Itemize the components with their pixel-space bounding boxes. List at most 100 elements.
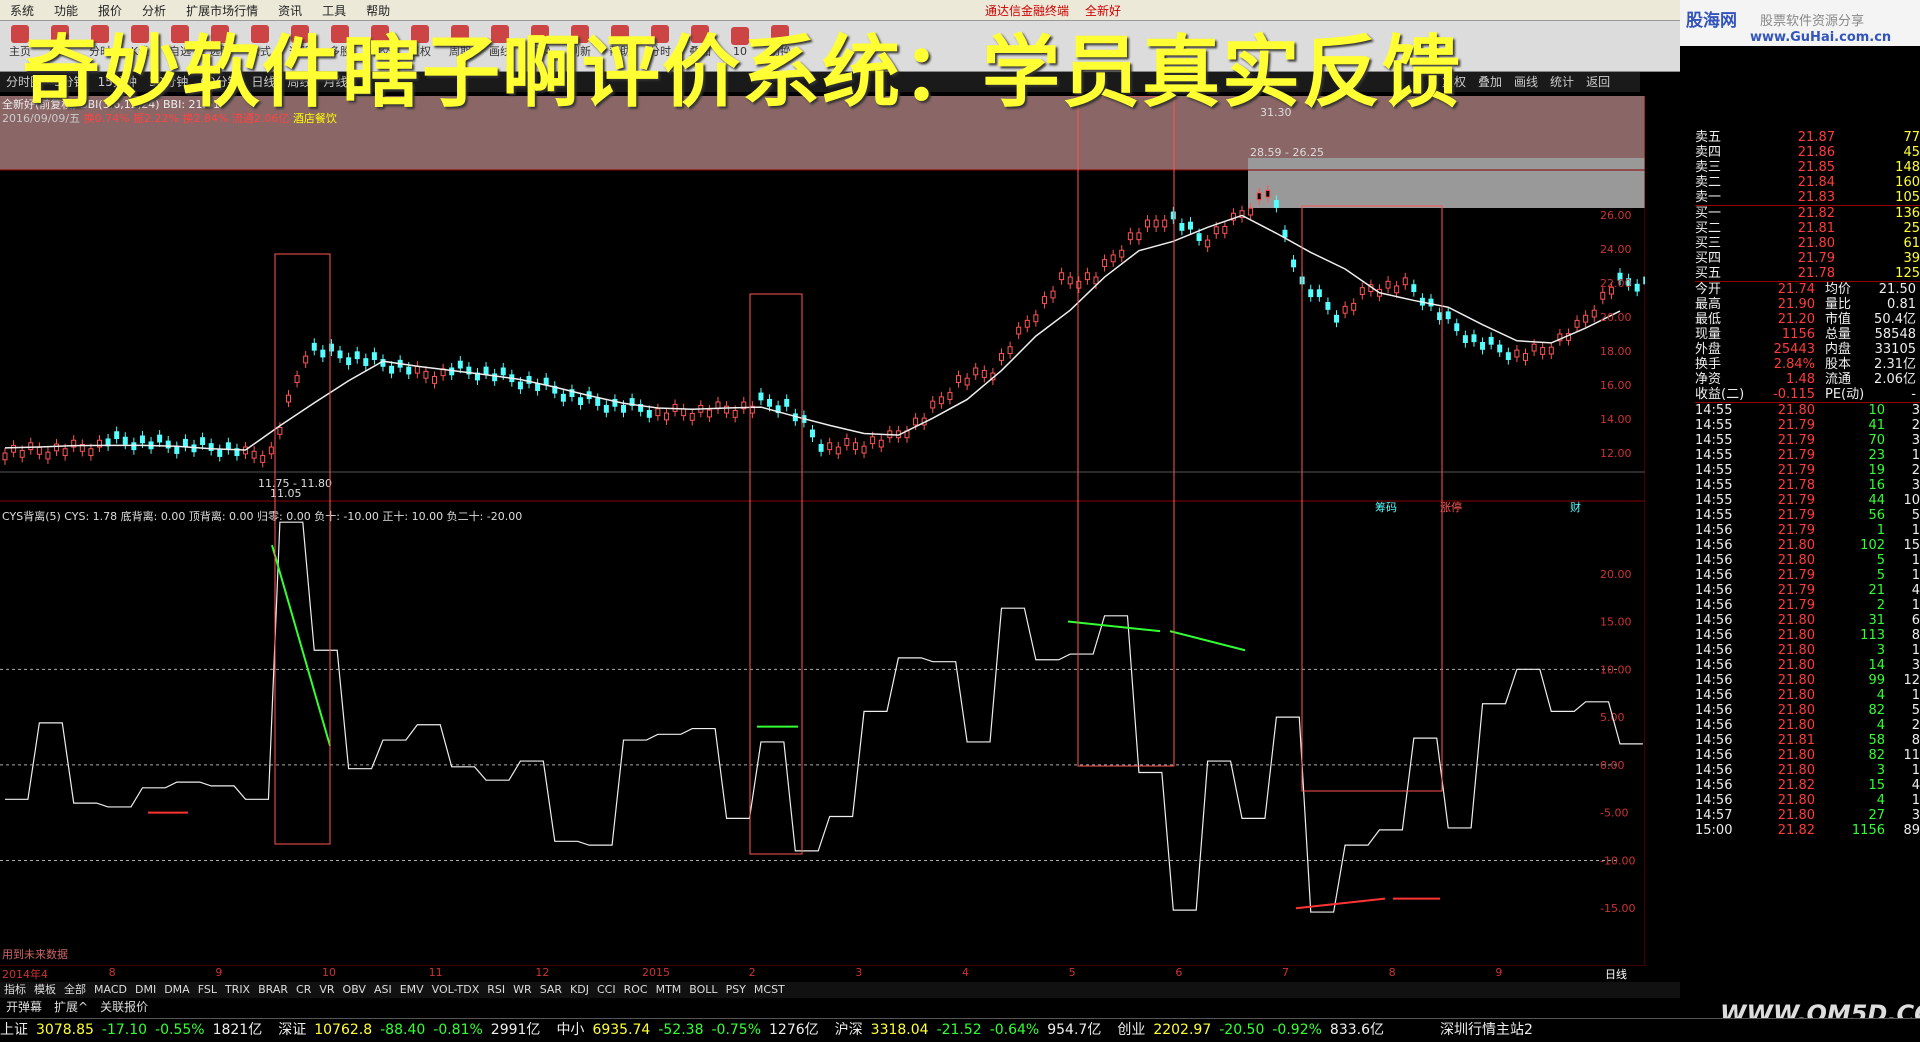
trade-row: 14:55 21.79 19 2 bbox=[1695, 463, 1920, 478]
date-axis-label: 2015 bbox=[642, 966, 670, 979]
index-quote[interactable]: 上证 3078.85 -17.10 -0.55% 1821亿 bbox=[0, 1022, 270, 1038]
trade-row-cell: 23 bbox=[1868, 448, 1885, 463]
period-right-3[interactable]: 统计 bbox=[1550, 75, 1574, 89]
candle bbox=[337, 350, 343, 359]
indicator-tab-5[interactable]: DMA bbox=[164, 983, 190, 996]
candle bbox=[1033, 314, 1039, 323]
indicator-tab-22[interactable]: BOLL bbox=[689, 983, 717, 996]
candle bbox=[835, 446, 841, 455]
buy-level-cell: 21.78 bbox=[1797, 266, 1835, 281]
quote-panel: 卖五 21.87 77 卖四 21.86 45 卖三 21.85 148 卖二 21.84 160 卖一… bbox=[1695, 130, 1920, 1030]
candle bbox=[517, 381, 523, 390]
candle bbox=[1256, 192, 1262, 201]
indicator-tab-6[interactable]: FSL bbox=[198, 983, 217, 996]
indicator-tab-2[interactable]: 全部 bbox=[64, 983, 86, 996]
bottom-option-0[interactable]: 开弹幕 bbox=[6, 1000, 42, 1014]
indicator-tab-21[interactable]: MTM bbox=[656, 983, 682, 996]
stat-row-cell: 21.20 bbox=[1777, 312, 1815, 327]
indicator-tab-11[interactable]: OBV bbox=[343, 983, 366, 996]
candle bbox=[560, 393, 566, 402]
trade-row-cell: 14:56 bbox=[1695, 703, 1733, 718]
indicator-tab-3[interactable]: MACD bbox=[94, 983, 127, 996]
indicator-tab-0[interactable]: 指标 bbox=[4, 983, 26, 996]
trade-row-cell: 21.78 bbox=[1777, 478, 1815, 493]
indicator-tab-1[interactable]: 模板 bbox=[34, 983, 56, 996]
trade-row-cell: 6 bbox=[1911, 613, 1920, 628]
trade-row-cell: 1156 bbox=[1851, 823, 1885, 838]
period-right-1[interactable]: 叠加 bbox=[1478, 75, 1502, 89]
index-amount: 1821亿 bbox=[212, 1022, 263, 1038]
candle bbox=[88, 448, 94, 457]
indicator-tab-9[interactable]: CR bbox=[296, 983, 311, 996]
candle bbox=[1402, 277, 1408, 286]
candle bbox=[758, 392, 764, 401]
menu-item-5[interactable]: 资讯 bbox=[268, 0, 312, 20]
candle bbox=[1282, 229, 1288, 238]
menu-item-1[interactable]: 功能 bbox=[44, 0, 88, 20]
index-quote[interactable]: 深证 10762.8 -88.40 -0.81% 2991亿 bbox=[278, 1022, 548, 1038]
menu-item-7[interactable]: 帮助 bbox=[356, 0, 400, 20]
trade-row-cell: 2 bbox=[1911, 418, 1920, 433]
indicator-tab-19[interactable]: CCI bbox=[597, 983, 616, 996]
index-quote[interactable]: 中小 6935.74 -52.38 -0.75% 1276亿 bbox=[556, 1022, 826, 1038]
menu-item-6[interactable]: 工具 bbox=[312, 0, 356, 20]
trade-row-cell: 3 bbox=[1911, 433, 1920, 448]
candle bbox=[646, 410, 652, 418]
candle bbox=[11, 444, 17, 453]
stat-row-cell: 最低 bbox=[1695, 312, 1722, 327]
candle bbox=[200, 437, 206, 446]
period-right-2[interactable]: 画线 bbox=[1514, 75, 1538, 89]
indicator-tab-4[interactable]: DMI bbox=[135, 983, 156, 996]
trade-row-cell: 11 bbox=[1903, 748, 1920, 763]
candle bbox=[277, 427, 283, 435]
trade-row: 14:56 21.80 5 1 bbox=[1695, 553, 1920, 568]
candle bbox=[535, 383, 541, 392]
indicator-tab-20[interactable]: ROC bbox=[624, 983, 648, 996]
trade-row-cell: 14:56 bbox=[1695, 748, 1733, 763]
date-axis-label: 11 bbox=[428, 966, 443, 979]
candle bbox=[947, 392, 953, 400]
date-axis: 2014年4 8 9 10 11 12 2015 2 3 4 5 6 7 8 9 日线 bbox=[0, 966, 1645, 981]
menu-item-2[interactable]: 报价 bbox=[88, 0, 132, 20]
trade-row-cell: 21.80 bbox=[1777, 793, 1815, 808]
indicator-tab-14[interactable]: VOL-TDX bbox=[432, 983, 480, 996]
trade-row-cell: 27 bbox=[1868, 808, 1885, 823]
indicator-tab-23[interactable]: PSY bbox=[726, 983, 746, 996]
brand-name: 股海网 bbox=[1686, 11, 1737, 31]
period-right-4[interactable]: 返回 bbox=[1586, 75, 1610, 89]
candle bbox=[1600, 291, 1606, 300]
indicator-tab-13[interactable]: EMV bbox=[400, 983, 424, 996]
indicator-tab-17[interactable]: SAR bbox=[540, 983, 562, 996]
index-quote[interactable]: 创业 2202.97 -20.50 -0.92% 833.6亿 bbox=[1117, 1022, 1392, 1038]
kline-chart[interactable]: 26.00 24.00 22.00 20.00 18.00 16.00 14.00 12.00… bbox=[0, 96, 1645, 966]
candle bbox=[157, 434, 163, 443]
indicator-tab-12[interactable]: ASI bbox=[374, 983, 392, 996]
candle bbox=[1342, 305, 1348, 314]
trade-row-cell: 14:55 bbox=[1695, 463, 1733, 478]
menu-item-3[interactable]: 分析 bbox=[132, 0, 176, 20]
indicator-tab-15[interactable]: RSI bbox=[487, 983, 505, 996]
index-quote[interactable]: 沪深 3318.04 -21.52 -0.64% 954.7亿 bbox=[835, 1022, 1110, 1038]
menu-item-4[interactable]: 扩展市场行情 bbox=[176, 0, 268, 20]
indicator-tab-16[interactable]: WR bbox=[513, 983, 532, 996]
stat-row: 外盘 25443 内盘 33105 bbox=[1695, 342, 1920, 357]
sell-level-cell: 卖三 bbox=[1695, 160, 1722, 175]
bottom-option-2[interactable]: 关联报价 bbox=[100, 1000, 148, 1014]
trade-row-cell: 89 bbox=[1903, 823, 1920, 838]
stat-row-cell: 50.4亿 bbox=[1874, 312, 1916, 327]
bottom-option-1[interactable]: 扩展^ bbox=[54, 1000, 88, 1014]
candle bbox=[1153, 219, 1159, 228]
indicator-tab-8[interactable]: BRAR bbox=[258, 983, 288, 996]
indicator-tab-24[interactable]: MCST bbox=[754, 983, 785, 996]
menu-item-0[interactable]: 系统 bbox=[0, 0, 44, 20]
candle bbox=[483, 366, 489, 375]
indicator-axis-label: 0.00 bbox=[1600, 759, 1625, 772]
candle bbox=[1583, 314, 1589, 323]
indicator-tab-10[interactable]: VR bbox=[319, 983, 334, 996]
trade-row-cell: 21.79 bbox=[1777, 418, 1815, 433]
candle bbox=[878, 439, 884, 448]
indicator-tab-7[interactable]: TRIX bbox=[225, 983, 250, 996]
indicator-tab-18[interactable]: KDJ bbox=[570, 983, 589, 996]
candle bbox=[1462, 335, 1468, 343]
candle bbox=[294, 375, 300, 383]
